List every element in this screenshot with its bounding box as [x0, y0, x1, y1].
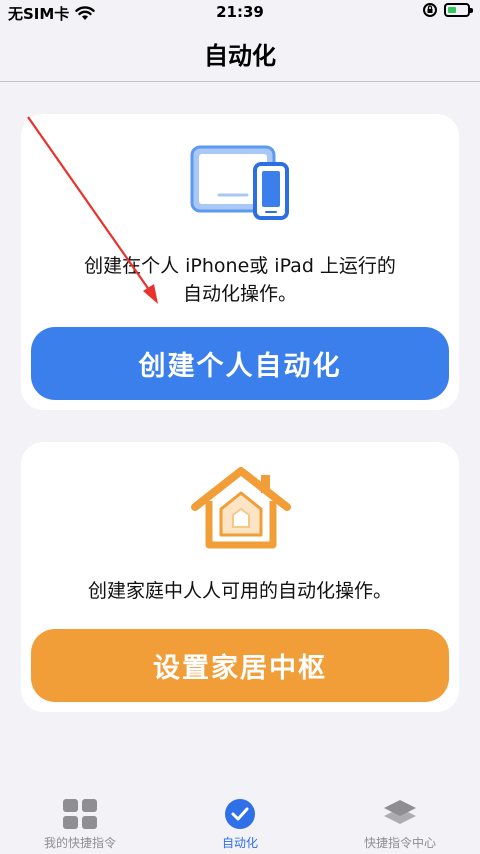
personal-automation-card: 创建在个人 iPhone或 iPad 上运行的 自动化操作。 创建个人自动化 — [21, 114, 459, 410]
home-automation-card: 创建家庭中人人可用的自动化操作。 设置家居中枢 — [21, 442, 459, 712]
nav-divider — [0, 81, 480, 82]
personal-automation-description: 创建在个人 iPhone或 iPad 上运行的 自动化操作。 — [41, 252, 439, 308]
home-icon — [191, 467, 291, 549]
grid-icon — [63, 799, 97, 829]
tab-automation[interactable]: 自动化 — [180, 790, 300, 851]
tab-label: 自动化 — [221, 836, 258, 850]
page-title: 自动化 — [204, 42, 276, 70]
description-line: 自动化操作。 — [182, 283, 297, 305]
status-bar: 无SIM卡 21:39 — [0, 0, 480, 26]
tab-bar: 我的快捷指令 自动化 快捷指令中心 — [0, 790, 480, 854]
automation-check-icon — [225, 799, 255, 829]
tab-my-shortcuts[interactable]: 我的快捷指令 — [20, 790, 140, 851]
status-right — [422, 2, 473, 18]
setup-home-hub-button[interactable]: 设置家居中枢 — [31, 629, 449, 702]
orientation-lock-icon — [423, 3, 437, 17]
iphone-ipad-icon — [190, 145, 289, 220]
create-personal-automation-button[interactable]: 创建个人自动化 — [31, 327, 449, 400]
description-line: 创建在个人 iPhone或 iPad 上运行的 — [84, 255, 396, 277]
battery-icon — [444, 3, 473, 17]
tab-label: 我的快捷指令 — [43, 836, 116, 850]
tab-gallery[interactable]: 快捷指令中心 — [340, 790, 460, 851]
home-automation-description: 创建家庭中人人可用的自动化操作。 — [87, 580, 392, 602]
status-time: 21:39 — [216, 3, 264, 21]
tab-label: 快捷指令中心 — [363, 836, 436, 850]
gallery-layers-icon — [384, 800, 416, 824]
